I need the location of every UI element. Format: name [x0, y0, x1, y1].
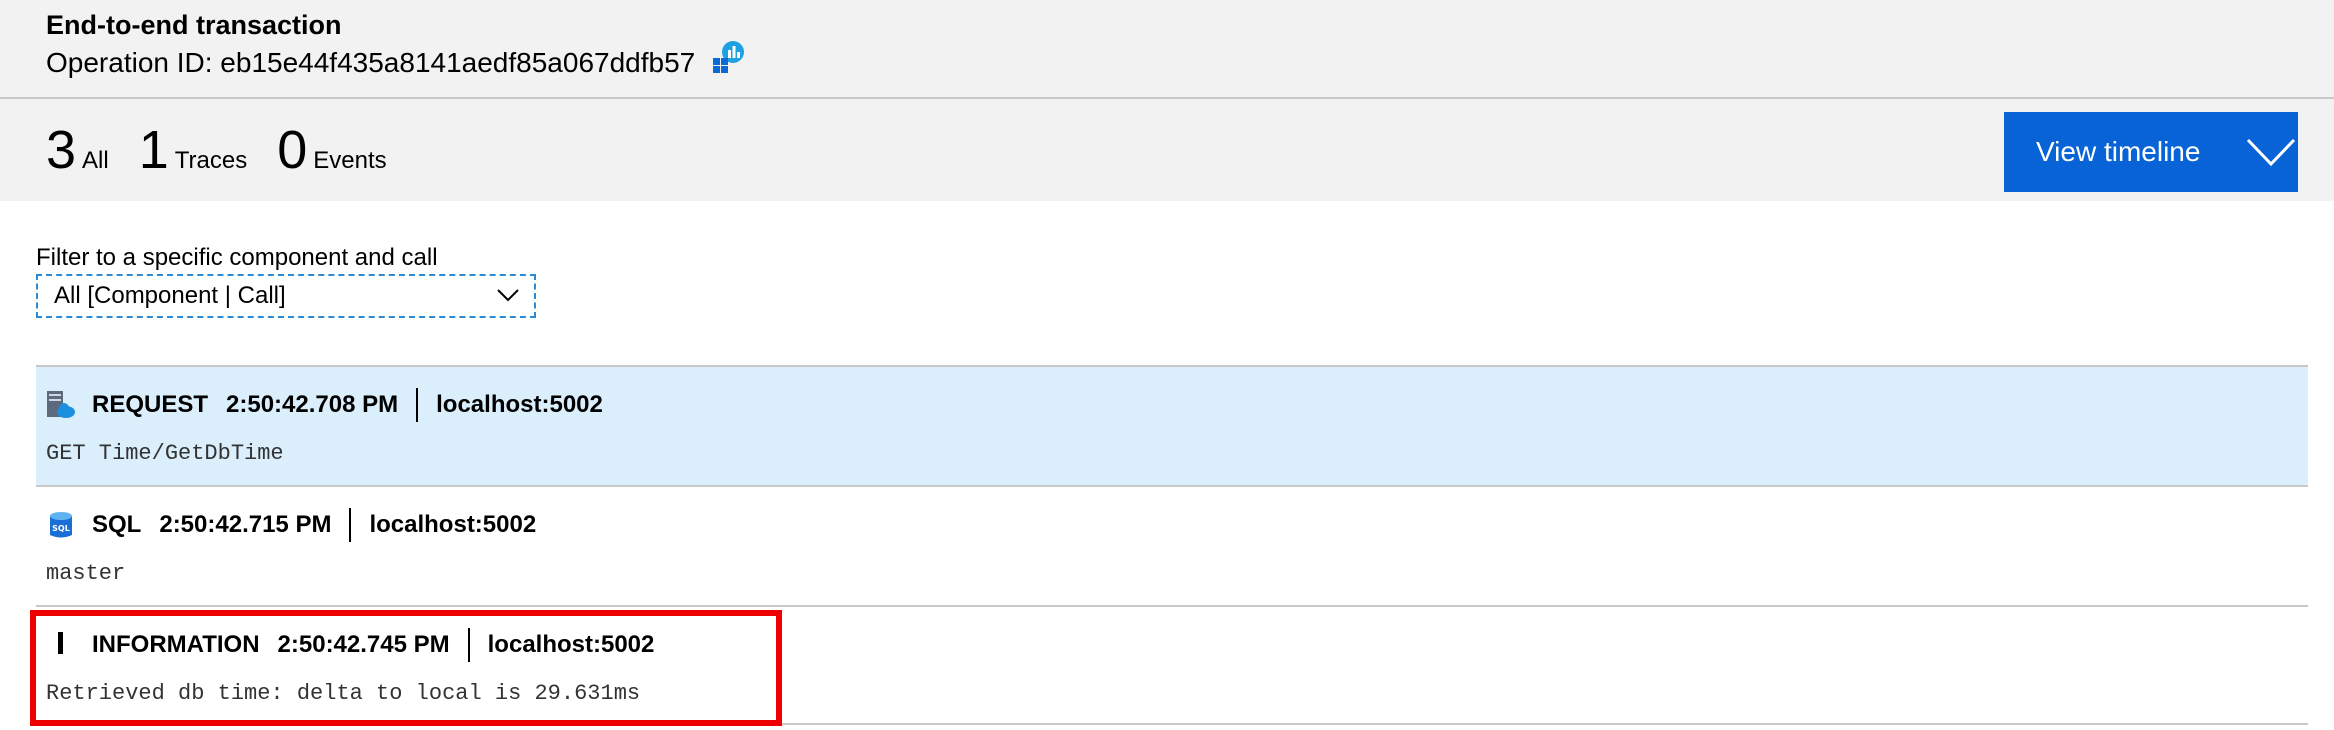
view-timeline-button[interactable]: View timeline — [2004, 112, 2298, 192]
operation-id-text: Operation ID: eb15e44f435a8141aedf85a067… — [46, 47, 696, 78]
row-header: INFORMATION 2:50:42.745 PM localhost:500… — [46, 627, 654, 663]
all-label: All — [82, 147, 109, 174]
events-count: 0 — [277, 120, 308, 180]
svg-text:SQL: SQL — [52, 524, 70, 533]
divider — [467, 628, 470, 662]
filter-label: Filter to a specific component and call — [36, 244, 438, 271]
chevron-down-icon — [496, 282, 520, 310]
item-counts: 3 All 1 Traces 0 Events — [46, 119, 417, 181]
transaction-row-request[interactable]: REQUEST 2:50:42.708 PM localhost:5002 GE… — [36, 365, 2308, 485]
event-detail: GET Time/GetDbTime — [46, 441, 284, 466]
filter-selected-value: All [Component | Call] — [54, 282, 286, 309]
event-detail: Retrieved db time: delta to local is 29.… — [46, 681, 641, 706]
event-type: REQUEST — [92, 391, 209, 418]
event-type: SQL — [92, 511, 142, 538]
event-type: INFORMATION — [92, 631, 260, 658]
row-header: REQUEST 2:50:42.708 PM localhost:5002 — [46, 387, 603, 423]
server-cloud-icon — [46, 390, 76, 420]
event-time: 2:50:42.708 PM — [226, 391, 399, 418]
event-detail: master — [46, 561, 126, 586]
event-time: 2:50:42.745 PM — [277, 631, 450, 658]
operation-id: Operation ID: eb15e44f435a8141aedf85a067… — [46, 41, 745, 80]
sql-database-icon: SQL — [46, 510, 76, 540]
transaction-row-information[interactable]: INFORMATION 2:50:42.745 PM localhost:500… — [36, 605, 2308, 725]
view-timeline-label: View timeline — [2036, 136, 2201, 167]
event-host: localhost:5002 — [436, 391, 603, 418]
row-header: SQL SQL 2:50:42.715 PM localhost:5002 — [46, 507, 536, 543]
transaction-row-sql[interactable]: SQL SQL 2:50:42.715 PM localhost:5002 ma… — [36, 485, 2308, 605]
transaction-header: End-to-end transaction Operation ID: eb1… — [0, 0, 2334, 99]
summary-bar: 3 All 1 Traces 0 Events — [0, 99, 2334, 201]
traces-label: Traces — [174, 147, 248, 174]
app-insights-icon[interactable] — [711, 40, 745, 74]
event-host: localhost:5002 — [369, 511, 537, 538]
page-title: End-to-end transaction — [46, 10, 342, 40]
component-filter-dropdown[interactable]: All [Component | Call] — [36, 274, 536, 318]
event-time: 2:50:42.715 PM — [159, 511, 332, 538]
event-host: localhost:5002 — [487, 631, 655, 658]
trace-bar-icon — [46, 630, 76, 660]
traces-count: 1 — [138, 120, 169, 180]
events-label: Events — [313, 147, 387, 174]
all-count: 3 — [46, 120, 77, 180]
chevron-down-icon — [2246, 137, 2296, 167]
divider — [349, 508, 352, 542]
divider — [416, 388, 419, 422]
